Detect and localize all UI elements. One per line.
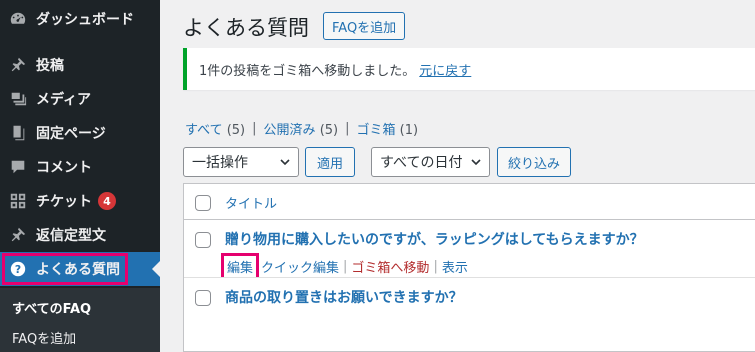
chevron-down-icon xyxy=(280,159,290,166)
help-icon: ? xyxy=(8,259,28,279)
comment-icon xyxy=(8,157,28,177)
edit-link[interactable]: 編集 xyxy=(221,253,260,280)
quick-edit-link[interactable]: クイック編集 xyxy=(261,257,339,276)
table-header: タイトル xyxy=(184,184,755,220)
row-checkbox[interactable] xyxy=(195,232,211,248)
page-title: よくある質問 xyxy=(183,16,309,40)
sidebar-item-label: チケット xyxy=(36,194,92,210)
grid-icon xyxy=(8,191,28,211)
bulk-action-select[interactable]: 一括操作 xyxy=(183,147,299,177)
sidebar-item-pages[interactable]: 固定ページ xyxy=(0,116,160,150)
trash-link[interactable]: ゴミ箱へ移動 xyxy=(351,257,429,276)
sidebar-item-posts[interactable]: 投稿 xyxy=(0,48,160,82)
add-faq-button[interactable]: FAQを追加 xyxy=(323,12,406,40)
ticket-count-badge: 4 xyxy=(98,192,116,210)
pin-icon xyxy=(8,55,28,75)
row-checkbox[interactable] xyxy=(195,290,211,306)
active-menu-arrow xyxy=(152,261,160,277)
submenu-all-faq[interactable]: すべてのFAQ xyxy=(12,298,91,317)
filter-trash-link[interactable]: ゴミ箱 (1) xyxy=(357,119,419,138)
filter-published-link[interactable]: 公開済み (5) xyxy=(264,119,339,138)
faq-table: タイトル 贈り物用に購入したいのですが、ラッピングはしてもらえますか？ 編集 ク… xyxy=(183,183,755,352)
sidebar-item-label: 投稿 xyxy=(36,58,64,74)
chevron-down-icon xyxy=(471,159,481,166)
sidebar-item-dashboard[interactable]: ダッシュボード xyxy=(0,2,160,36)
filter-trash-label: ゴミ箱 xyxy=(356,123,396,138)
sidebar-item-canned-responses[interactable]: 返信定型文 xyxy=(0,218,160,252)
filter-button[interactable]: 絞り込み xyxy=(497,147,571,177)
action-separator: | xyxy=(433,259,438,274)
bulk-action-value: 一括操作 xyxy=(192,155,248,171)
sidebar-item-tickets[interactable]: チケット 4 xyxy=(0,184,160,218)
sidebar-item-media[interactable]: メディア xyxy=(0,82,160,116)
date-filter-select[interactable]: すべての日付 xyxy=(371,147,490,177)
filter-separator: | xyxy=(252,121,257,136)
sidebar-item-label: 固定ページ xyxy=(36,126,106,142)
sidebar-item-label: ダッシュボード xyxy=(36,12,134,28)
dashboard-icon xyxy=(8,9,28,29)
filter-all-count: (5) xyxy=(226,123,246,138)
apply-button[interactable]: 適用 xyxy=(305,147,355,177)
sidebar-item-label: 返信定型文 xyxy=(36,228,106,244)
success-notice: 1件の投稿をゴミ箱へ移動しました。 元に戻す xyxy=(183,48,755,90)
status-filters: すべて (5) | 公開済み (5) | ゴミ箱 (1) xyxy=(185,119,418,138)
filter-trash-count: (1) xyxy=(399,123,419,138)
highlight-box xyxy=(221,253,260,280)
svg-text:?: ? xyxy=(15,263,21,276)
notice-message: 1件の投稿をゴミ箱へ移動しました。 xyxy=(199,63,416,79)
media-icon xyxy=(8,89,28,109)
row-title-link[interactable]: 商品の取り置きはお願いできますか？ xyxy=(225,287,463,307)
select-all-checkbox[interactable] xyxy=(195,195,211,211)
filter-separator: | xyxy=(345,121,350,136)
filter-published-label: 公開済み xyxy=(263,123,316,138)
view-link[interactable]: 表示 xyxy=(442,257,468,276)
column-title-header[interactable]: タイトル xyxy=(225,193,277,212)
sidebar-item-comments[interactable]: コメント xyxy=(0,150,160,184)
sidebar-item-label: コメント xyxy=(36,160,92,176)
table-row: 贈り物用に購入したいのですが、ラッピングはしてもらえますか？ 編集 クイック編集… xyxy=(184,221,755,280)
filter-all-link[interactable]: すべて (5) xyxy=(185,119,245,138)
sidebar-item-faq[interactable]: ? よくある質問 xyxy=(0,252,160,286)
sidebar-item-label: メディア xyxy=(36,92,92,108)
date-filter-value: すべての日付 xyxy=(380,155,463,171)
faq-submenu: すべてのFAQ FAQを追加 xyxy=(0,288,160,352)
row-title-link[interactable]: 贈り物用に購入したいのですが、ラッピングはしてもらえますか？ xyxy=(225,229,644,249)
submenu-add-faq[interactable]: FAQを追加 xyxy=(12,328,76,347)
action-separator: | xyxy=(343,259,348,274)
sidebar-item-label: よくある質問 xyxy=(36,262,120,278)
undo-link[interactable]: 元に戻す xyxy=(419,60,471,79)
pages-icon xyxy=(8,123,28,143)
pin-icon xyxy=(8,225,28,245)
admin-sidebar: ダッシュボード 投稿 メディア 固定ページ コメント チケット 4 返信定型文 … xyxy=(0,0,160,352)
filter-published-count: (5) xyxy=(319,123,339,138)
table-row: 商品の取り置きはお願いできますか？ xyxy=(184,277,755,317)
filter-all-label: すべて xyxy=(185,123,223,138)
row-actions: 編集 クイック編集 | ゴミ箱へ移動 | 表示 xyxy=(221,253,468,280)
